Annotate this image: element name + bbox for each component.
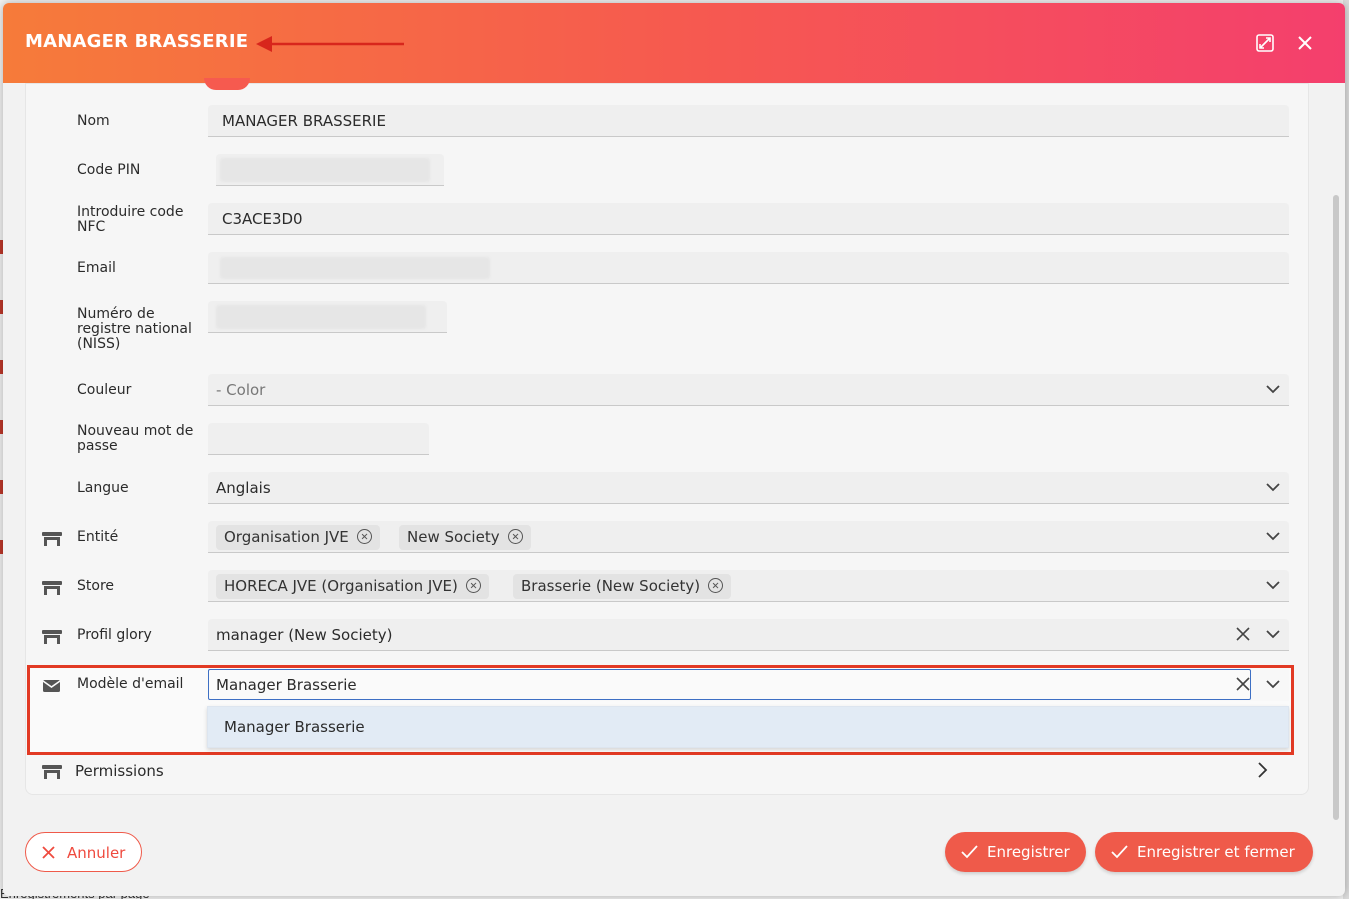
name-label: Nom bbox=[77, 113, 110, 129]
email-label: Email bbox=[77, 260, 116, 276]
entity-label: Entité bbox=[77, 529, 119, 545]
chevron-down-icon bbox=[1266, 630, 1280, 639]
store-select[interactable]: HORECA JVE (Organisation JVE) Brasserie … bbox=[208, 570, 1289, 602]
nfc-value: C3ACE3D0 bbox=[222, 210, 303, 228]
language-label: Langue bbox=[77, 480, 129, 496]
password-field[interactable] bbox=[208, 423, 429, 455]
redacted-value bbox=[220, 158, 430, 182]
pin-label: Code PIN bbox=[77, 162, 141, 178]
save-button[interactable]: Enregistrer bbox=[945, 832, 1086, 872]
chevron-down-icon bbox=[1266, 581, 1280, 590]
niss-label: Numéro de registre national (NISS) bbox=[77, 306, 192, 352]
email-template-dropdown: Manager Brasserie bbox=[207, 706, 1289, 748]
name-field[interactable]: MANAGER BRASSERIE bbox=[208, 105, 1289, 137]
nfc-field[interactable]: C3ACE3D0 bbox=[208, 203, 1289, 235]
store-chip: Brasserie (New Society) bbox=[513, 574, 732, 599]
remove-chip-icon[interactable] bbox=[465, 578, 481, 593]
chip-label: Organisation JVE bbox=[224, 528, 349, 546]
save-label: Enregistrer bbox=[987, 843, 1070, 861]
cancel-label: Annuler bbox=[67, 844, 126, 862]
email-template-select[interactable]: Manager Brasserie bbox=[208, 669, 1289, 701]
password-label: Nouveau mot de passe bbox=[77, 423, 194, 454]
clear-icon[interactable] bbox=[1234, 675, 1252, 693]
color-placeholder: - Color bbox=[216, 381, 266, 399]
entity-select[interactable]: Organisation JVE New Society bbox=[208, 521, 1289, 553]
chip-label: HORECA JVE (Organisation JVE) bbox=[224, 577, 458, 595]
language-value: Anglais bbox=[216, 479, 271, 497]
language-select[interactable]: Anglais bbox=[208, 472, 1289, 504]
store-chip: HORECA JVE (Organisation JVE) bbox=[216, 574, 489, 599]
remove-chip-icon[interactable] bbox=[507, 529, 523, 544]
profile-value: manager (New Society) bbox=[216, 626, 393, 644]
name-value: MANAGER BRASSERIE bbox=[222, 112, 386, 130]
chevron-down-icon bbox=[1266, 385, 1280, 394]
email-template-input[interactable]: Manager Brasserie bbox=[208, 669, 1251, 700]
chevron-down-icon bbox=[1266, 483, 1280, 492]
chevron-right-icon[interactable] bbox=[1254, 761, 1270, 779]
chip-label: Brasserie (New Society) bbox=[521, 577, 701, 595]
nfc-label: Introduire code NFC bbox=[77, 204, 184, 235]
save-and-close-button[interactable]: Enregistrer et fermer bbox=[1095, 832, 1313, 872]
modal-title: MANAGER BRASSERIE bbox=[25, 31, 249, 52]
color-label: Couleur bbox=[77, 382, 132, 398]
modal-header: MANAGER BRASSERIE bbox=[3, 3, 1345, 83]
color-select[interactable]: - Color bbox=[208, 374, 1289, 406]
dropdown-option[interactable]: Manager Brasserie bbox=[224, 718, 365, 736]
scrollbar[interactable] bbox=[1333, 195, 1339, 820]
permissions-section[interactable]: Permissions bbox=[75, 762, 164, 780]
remove-chip-icon[interactable] bbox=[356, 529, 372, 544]
entity-chip: Organisation JVE bbox=[216, 525, 380, 550]
profile-select[interactable]: manager (New Society) bbox=[208, 619, 1289, 651]
close-icon[interactable] bbox=[1294, 33, 1316, 55]
chip-label: New Society bbox=[407, 528, 500, 546]
cancel-button[interactable]: Annuler bbox=[25, 832, 142, 872]
store-icon bbox=[42, 630, 62, 644]
clear-icon[interactable] bbox=[1234, 625, 1252, 643]
chevron-down-icon[interactable] bbox=[1265, 676, 1281, 692]
niss-field[interactable] bbox=[208, 301, 447, 333]
redacted-value bbox=[220, 257, 490, 279]
save-close-label: Enregistrer et fermer bbox=[1137, 843, 1295, 861]
profile-label: Profil glory bbox=[77, 627, 152, 643]
check-icon bbox=[961, 845, 978, 859]
store-icon bbox=[42, 581, 62, 595]
arrow-annotation bbox=[256, 36, 404, 52]
expand-icon[interactable] bbox=[1254, 33, 1276, 55]
remove-chip-icon[interactable] bbox=[708, 578, 724, 593]
check-icon bbox=[1111, 845, 1128, 859]
chevron-down-icon bbox=[1266, 532, 1280, 541]
entity-chip: New Society bbox=[399, 525, 531, 550]
active-toggle[interactable] bbox=[204, 78, 250, 90]
envelope-icon bbox=[42, 680, 61, 692]
email-field[interactable] bbox=[208, 252, 1289, 284]
email-template-label: Modèle d'email bbox=[77, 676, 184, 692]
store-icon bbox=[42, 532, 62, 546]
store-icon bbox=[42, 765, 62, 779]
email-template-value: Manager Brasserie bbox=[216, 676, 357, 694]
close-icon bbox=[42, 846, 55, 859]
store-label: Store bbox=[77, 578, 115, 594]
redacted-value bbox=[216, 305, 426, 329]
pin-field[interactable] bbox=[216, 154, 444, 186]
